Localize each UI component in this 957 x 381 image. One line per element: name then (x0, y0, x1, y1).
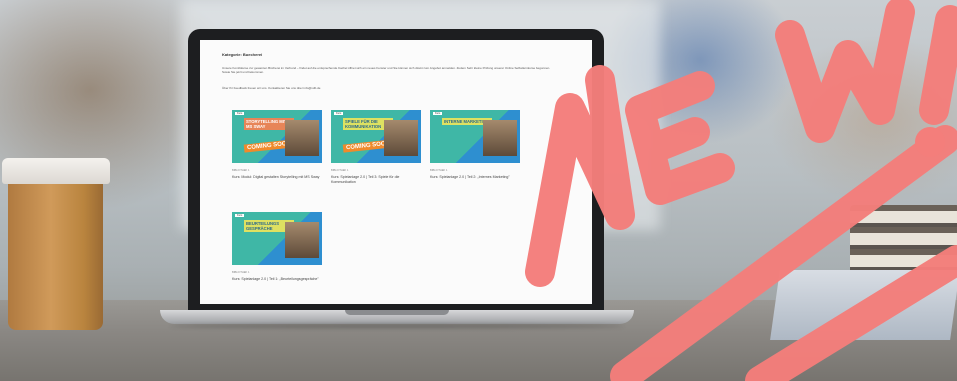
new-letter-exclaim-dot (915, 127, 945, 157)
new-overlay (525, 0, 957, 381)
new-underline-2 (745, 245, 957, 381)
new-letter-w (775, 0, 915, 143)
new-letter-exclaim (919, 5, 957, 125)
new-letter-e (625, 71, 735, 205)
new-letter-n (525, 65, 635, 287)
